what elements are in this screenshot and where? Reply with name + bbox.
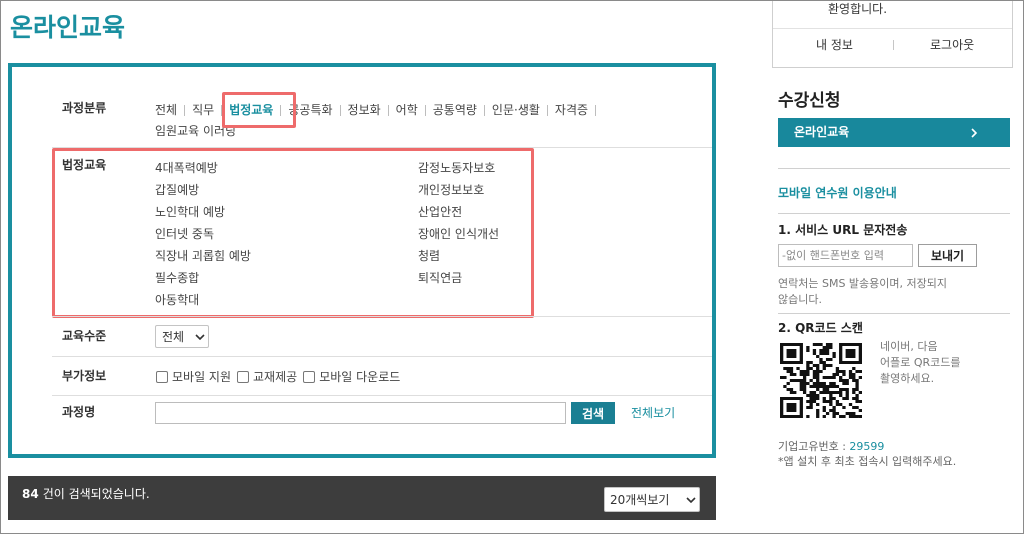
qr-note: 네이버, 다음 어플로 QR코드를 촬영하세요. — [880, 339, 961, 387]
welcome-text: 환영합니다. — [828, 2, 888, 16]
sms-note-line: 연락처는 SMS 발송용이며, 저장되지 — [778, 277, 948, 290]
subcategory-item[interactable]: 아동학대 — [155, 293, 418, 315]
category-list: 전체 직무 법정교육 공공특화 정보화 어학 공통역량 인문·생활 자격증 — [155, 103, 603, 117]
sidebar-divider — [778, 313, 1010, 314]
send-sms-button[interactable]: 보내기 — [918, 244, 977, 267]
subcategory-label: 법정교육 — [62, 158, 107, 172]
result-count: 84 — [22, 487, 39, 501]
category-separator — [424, 104, 426, 116]
qr-note-line: 촬영하세요. — [880, 372, 935, 385]
extra-info-options: 모바일 지원 교재제공 모바일 다운로드 — [155, 369, 405, 384]
result-count-text: 84 건이 검색되었습니다. — [22, 487, 150, 501]
mobile-support-checkbox[interactable] — [156, 370, 168, 383]
qr-note-line: 네이버, 다음 — [880, 340, 938, 353]
page-size-value: 20개씩보기 — [610, 493, 670, 507]
subcategory-item[interactable]: 개인정보보호 — [418, 183, 558, 205]
category-separator — [595, 104, 597, 116]
subcategory-item[interactable]: 인터넷 중독 — [155, 227, 418, 249]
category-item-all[interactable]: 전체 — [155, 103, 177, 117]
enroll-heading: 수강신청 — [778, 91, 841, 111]
sms-note-line: 않습니다. — [778, 293, 822, 306]
mobile-download-checkbox[interactable] — [303, 370, 316, 383]
sidebar-divider — [778, 168, 1010, 169]
subcategory-item[interactable]: 노인학대 예방 — [155, 205, 418, 227]
page-title: 온라인교육 — [10, 13, 126, 42]
search-filter-panel: 과정분류 전체 직무 법정교육 공공특화 정보화 어학 공통역량 인문·생활 자… — [8, 63, 716, 458]
company-code-label: 기업고유번호 : — [778, 440, 850, 453]
row-divider — [52, 395, 712, 396]
category-list-row-2: 임원교육 이러닝 — [155, 124, 236, 138]
subcategory-item[interactable]: 직장내 괴롭힘 예방 — [155, 249, 418, 271]
mobile-support-label[interactable]: 모바일 지원 — [172, 370, 231, 384]
level-select-value: 전체 — [162, 330, 185, 344]
sms-section-title: 1. 서비스 URL 문자전송 — [778, 223, 908, 237]
subcategory-item[interactable]: 산업안전 — [418, 205, 558, 227]
subcategory-item[interactable]: 갑질예방 — [155, 183, 418, 205]
user-panel-divider — [773, 28, 1012, 29]
company-code-note: *앱 설치 후 최초 접속시 입력해주세요. — [778, 455, 957, 468]
chevron-down-icon — [686, 497, 696, 503]
category-separator — [280, 104, 282, 116]
category-separator — [339, 104, 341, 116]
search-button[interactable]: 검색 — [571, 402, 615, 424]
row-divider — [52, 316, 712, 317]
textbook-checkbox[interactable] — [237, 370, 250, 383]
subcategory-list: 4대폭력예방 감정노동자보호 갑질예방 개인정보보호 노인학대 예방 산업안전 … — [155, 161, 558, 315]
subcategory-item[interactable]: 4대폭력예방 — [155, 161, 418, 183]
mobile-guide-title[interactable]: 모바일 연수원 이용안내 — [778, 186, 897, 200]
user-panel: 환영합니다. 내 정보 로그아웃 — [772, 0, 1013, 68]
page-size-select[interactable]: 20개씩보기 — [604, 487, 700, 512]
category-separator — [546, 104, 548, 116]
chevron-right-icon — [971, 128, 977, 138]
category-item-public[interactable]: 공공특화 — [288, 103, 332, 117]
category-label: 과정분류 — [62, 101, 107, 115]
my-info-link[interactable]: 내 정보 — [816, 38, 853, 52]
row-divider — [52, 147, 712, 148]
mobile-download-label[interactable]: 모바일 다운로드 — [319, 370, 400, 384]
category-item-humanities-life[interactable]: 인문·생활 — [492, 103, 540, 117]
company-code-row: 기업고유번호 : 29599 — [778, 439, 956, 454]
category-item-executive-elearning[interactable]: 임원교육 이러닝 — [155, 124, 236, 138]
level-select[interactable]: 전체 — [155, 325, 209, 348]
phone-number-input[interactable] — [778, 244, 913, 267]
category-item-common-competency[interactable]: 공통역량 — [433, 103, 477, 117]
qr-section-title: 2. QR코드 스캔 — [778, 321, 863, 335]
row-divider — [52, 356, 712, 357]
category-item-certification[interactable]: 자격증 — [555, 103, 588, 117]
result-count-suffix: 건이 검색되었습니다. — [42, 487, 150, 501]
course-name-label: 과정명 — [62, 405, 96, 419]
category-item-legal[interactable]: 법정교육 — [229, 103, 273, 117]
result-summary-bar: 84 건이 검색되었습니다. 20개씩보기 — [8, 476, 716, 520]
sidebar-divider — [778, 213, 1010, 214]
subcategory-item[interactable]: 필수종합 — [155, 271, 418, 293]
textbook-label[interactable]: 교재제공 — [253, 370, 297, 384]
category-item-job[interactable]: 직무 — [192, 103, 214, 117]
company-code-block: 기업고유번호 : 29599 *앱 설치 후 최초 접속시 입력해주세요. — [778, 439, 956, 469]
course-name-input[interactable] — [155, 402, 566, 424]
company-code-value: 29599 — [849, 440, 885, 453]
logout-link[interactable]: 로그아웃 — [930, 38, 974, 52]
category-item-language[interactable]: 어학 — [396, 103, 418, 117]
category-item-it[interactable]: 정보화 — [348, 103, 381, 117]
sms-note: 연락처는 SMS 발송용이며, 저장되지 않습니다. — [778, 276, 947, 308]
category-separator — [483, 104, 485, 116]
link-separator — [893, 40, 894, 50]
subcategory-item[interactable]: 감정노동자보호 — [418, 161, 558, 183]
online-education-menu[interactable]: 온라인교육 — [778, 118, 1010, 147]
subcategory-item[interactable]: 퇴직연금 — [418, 271, 558, 293]
category-separator — [387, 104, 389, 116]
chevron-down-icon — [195, 334, 205, 340]
qr-note-line: 어플로 QR코드를 — [880, 356, 961, 369]
extra-info-label: 부가정보 — [62, 369, 107, 383]
category-separator — [221, 104, 223, 116]
qr-code-image — [780, 343, 862, 418]
view-all-link[interactable]: 전체보기 — [631, 406, 675, 420]
level-label: 교육수준 — [62, 329, 107, 343]
online-education-label: 온라인교육 — [794, 125, 850, 139]
subcategory-item[interactable]: 장애인 인식개선 — [418, 227, 558, 249]
subcategory-item[interactable]: 청렴 — [418, 249, 558, 271]
category-separator — [184, 104, 186, 116]
